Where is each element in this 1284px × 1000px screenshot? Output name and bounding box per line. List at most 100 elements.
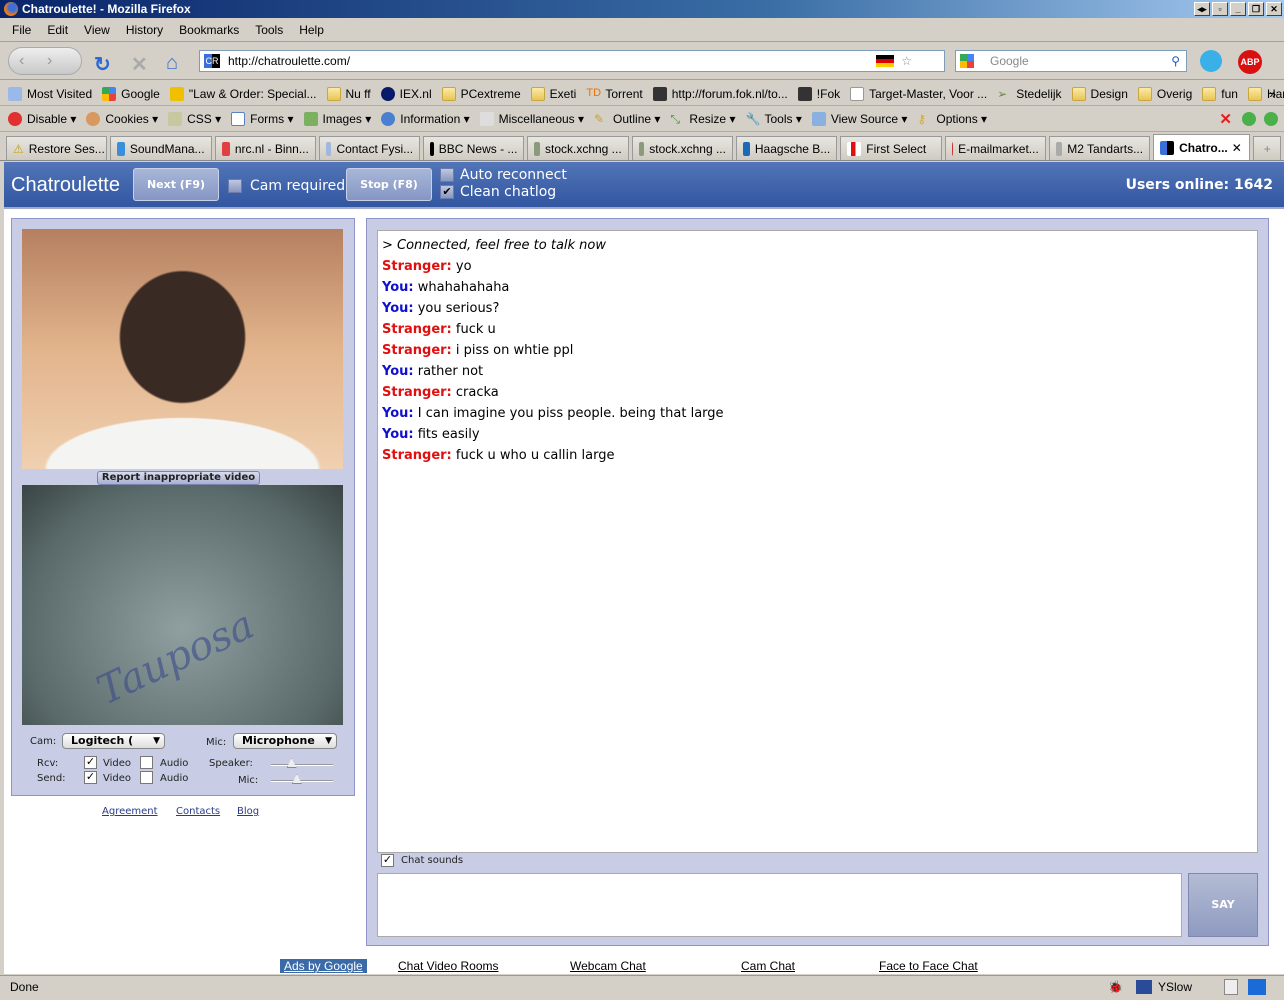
auto-reconnect-checkbox[interactable] [440, 168, 454, 182]
cam-select[interactable]: Logitech (▼ [62, 733, 165, 749]
send-audio-checkbox[interactable] [140, 771, 153, 784]
tab[interactable]: M2 Tandarts... [1048, 136, 1151, 160]
back-icon[interactable]: ‹ [19, 52, 24, 70]
report-video-button[interactable]: Report inappropriate video [97, 471, 260, 485]
bookmark-fok-forum[interactable]: http://forum.fok.nl/to... [652, 86, 788, 101]
bookmark-folder[interactable]: Overig [1137, 86, 1192, 101]
chat-log[interactable]: > Connected, feel free to talk now Strang… [377, 230, 1258, 853]
bookmark-folder[interactable]: Exeti [530, 86, 576, 101]
webdev-tools[interactable]: 🔧 Tools ▾ [745, 112, 801, 126]
close-button[interactable]: ✕ [1266, 2, 1282, 16]
yslow-label[interactable]: YSlow [1158, 976, 1192, 998]
clean-chatlog-checkbox[interactable]: ✔ [440, 185, 454, 199]
maximize-button[interactable]: ❐ [1248, 2, 1264, 16]
webdev-disable[interactable]: Disable ▾ [8, 112, 76, 126]
bookmark-imdb[interactable]: "Law & Order: Special... [169, 86, 317, 101]
close-tab-icon[interactable]: ✕ [1232, 141, 1242, 155]
menu-history[interactable]: History [118, 18, 171, 41]
bookmark-google[interactable]: Google [102, 86, 160, 101]
reload-icon[interactable]: ↻ [94, 52, 111, 77]
webdev-resize[interactable]: ⤡ Resize ▾ [670, 112, 735, 126]
url-bar[interactable]: CR http://chatroulette.com/ ☆ [199, 50, 945, 72]
ad-link-face-to-face-chat[interactable]: Face to Face Chat [879, 959, 978, 973]
stop-icon[interactable]: ✕ [131, 52, 148, 77]
menu-tools[interactable]: Tools [247, 18, 291, 41]
bookmark-folder[interactable]: PCextreme [441, 86, 521, 101]
tab[interactable]: ⚠ Restore Ses... [6, 136, 108, 160]
yslow-icon[interactable] [1136, 980, 1152, 994]
errors-icon[interactable]: ✕ [1219, 110, 1232, 128]
search-icon[interactable]: ⚲ [1171, 51, 1180, 71]
mic-slider-thumb[interactable] [291, 774, 302, 784]
bookmark-stedelijk[interactable]: ➢ Stedelijk [997, 87, 1061, 101]
webdev-images[interactable]: Images ▾ [303, 112, 371, 126]
css-valid-icon[interactable] [1242, 112, 1256, 126]
tab[interactable]: First Select [840, 136, 942, 160]
bookmark-star-icon[interactable]: ☆ [901, 51, 912, 71]
bookmark-folder[interactable]: fun [1202, 86, 1238, 101]
say-button[interactable]: SAY [1188, 873, 1258, 937]
minimize-button[interactable]: _ [1230, 2, 1246, 16]
next-button[interactable]: Next (F9) [133, 168, 219, 201]
mic-select[interactable]: Microphone ▼ [233, 733, 337, 749]
chat-input[interactable] [377, 873, 1182, 937]
menu-help[interactable]: Help [291, 18, 332, 41]
tab[interactable]: stock.xchng ... [631, 136, 733, 160]
adblock-icon[interactable]: ABP [1238, 50, 1262, 74]
bookmark-folder[interactable]: Handig [1247, 86, 1284, 101]
ads-by-google-link[interactable]: Ads by Google [280, 959, 367, 973]
bookmark-folder[interactable]: Nu ff [326, 86, 371, 101]
agreement-link[interactable]: Agreement [102, 806, 158, 817]
firebug-icon[interactable]: 🐞 [1108, 976, 1123, 998]
ad-link-chat-video-rooms[interactable]: Chat Video Rooms [398, 959, 499, 973]
tab[interactable]: stock.xchng ... [527, 136, 629, 160]
menu-bookmarks[interactable]: Bookmarks [171, 18, 247, 41]
rcv-audio-checkbox[interactable] [140, 756, 153, 769]
speaker-slider-thumb[interactable] [286, 758, 297, 768]
webdev-options[interactable]: ⚷ Options ▾ [917, 112, 987, 126]
bookmark-most-visited[interactable]: Most Visited [8, 86, 92, 101]
search-bar[interactable]: Google ⚲ [955, 50, 1187, 72]
mic-slider[interactable] [271, 774, 333, 784]
webdev-outline[interactable]: ✎ Outline ▾ [594, 112, 660, 126]
tab-active[interactable]: Chatro... ✕ [1153, 134, 1251, 160]
forward-icon[interactable]: › [47, 52, 52, 70]
tab[interactable]: E-mailmarket... [944, 136, 1046, 160]
more-bookmarks-chevron-icon[interactable]: » [1269, 87, 1276, 101]
xmarks-icon[interactable] [1248, 979, 1266, 995]
ad-link-cam-chat[interactable]: Cam Chat [741, 959, 795, 973]
tab[interactable]: nrc.nl - Binn... [214, 136, 316, 160]
ad-link-webcam-chat[interactable]: Webcam Chat [570, 959, 646, 973]
bookmark-torrent[interactable]: TD Torrent [586, 87, 642, 101]
js-valid-icon[interactable] [1264, 112, 1278, 126]
tab[interactable]: BBC News - ... [423, 136, 525, 160]
tab[interactable]: Contact Fysi... [318, 136, 421, 160]
back-forward-button[interactable]: ‹ › [8, 47, 82, 75]
webdev-view-source[interactable]: View Source ▾ [811, 112, 907, 126]
home-icon[interactable]: ⌂ [166, 52, 178, 75]
webdev-forms[interactable]: Forms ▾ [231, 112, 294, 126]
stop-button[interactable]: Stop (F8) [346, 168, 432, 201]
speaker-slider[interactable] [271, 758, 333, 768]
skype-icon[interactable] [1200, 50, 1222, 72]
s-addon-icon[interactable] [1224, 979, 1238, 995]
bookmark-folder[interactable]: Design [1071, 86, 1128, 101]
cam-required-checkbox[interactable] [228, 179, 242, 193]
chat-sounds-checkbox[interactable]: ✓ [381, 854, 394, 867]
bookmark-iex[interactable]: IEX.nl [380, 86, 432, 101]
webdev-information[interactable]: Information ▾ [381, 112, 470, 126]
blog-link[interactable]: Blog [237, 806, 259, 817]
rcv-video-checkbox[interactable]: ✓ [84, 756, 97, 769]
webdev-miscellaneous[interactable]: Miscellaneous ▾ [479, 112, 584, 126]
menu-edit[interactable]: Edit [39, 18, 76, 41]
menu-view[interactable]: View [76, 18, 118, 41]
tab[interactable]: SoundMana... [110, 136, 212, 160]
new-tab-button[interactable]: + [1253, 136, 1282, 160]
tab[interactable]: Haagsche B... [735, 136, 838, 160]
menu-file[interactable]: File [4, 18, 39, 41]
bookmark-target-master[interactable]: Target-Master, Voor ... [850, 86, 987, 101]
webdev-css[interactable]: CSS ▾ [168, 112, 221, 126]
webdev-cookies[interactable]: Cookies ▾ [86, 112, 158, 126]
bookmark-fok[interactable]: !Fok [797, 86, 840, 101]
send-video-checkbox[interactable]: ✓ [84, 771, 97, 784]
